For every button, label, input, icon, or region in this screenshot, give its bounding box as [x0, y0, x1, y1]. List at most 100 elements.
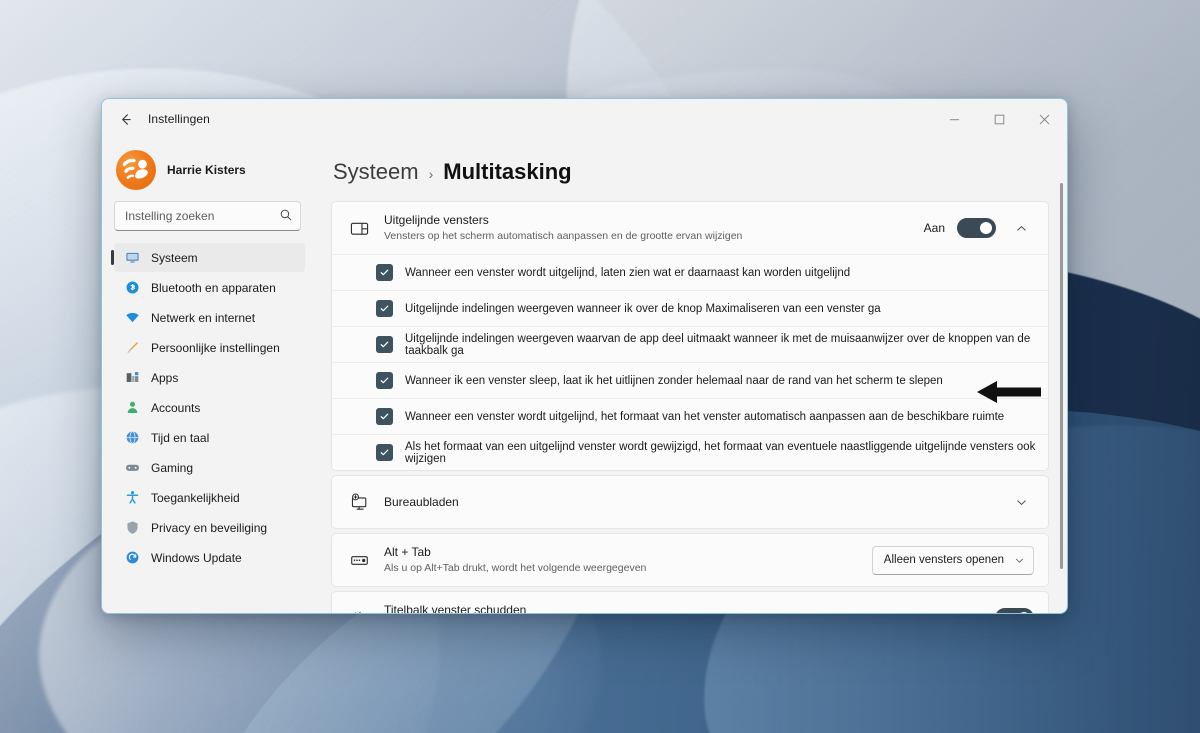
- person-icon: [124, 400, 140, 416]
- snap-option-checkbox[interactable]: [376, 372, 393, 389]
- minimize-button[interactable]: [932, 99, 977, 139]
- gamepad-icon: [124, 460, 140, 476]
- sidebar-item-label: Accounts: [151, 400, 201, 415]
- content-scrollbar[interactable]: [1060, 183, 1063, 569]
- snap-windows-toggle[interactable]: [957, 218, 996, 238]
- desktops-icon: [348, 493, 370, 512]
- accessibility-icon: [124, 490, 140, 506]
- sidebar-item-windows-update[interactable]: Windows Update: [114, 543, 305, 572]
- desktops-expand-button[interactable]: [1008, 489, 1034, 515]
- update-icon: [124, 550, 140, 566]
- alt-tab-dropdown-value: Alleen vensters openen: [883, 554, 1004, 566]
- sidebar-item-label: Bluetooth en apparaten: [151, 280, 276, 295]
- snap-option-row[interactable]: Uitgelijnde indelingen weergeven waarvan…: [332, 326, 1048, 362]
- sidebar-item-label: Tijd en taal: [151, 430, 210, 445]
- main-content: Systeem › Multitasking Uitgelijnde venst…: [313, 139, 1067, 613]
- profile-section[interactable]: Harrie Kisters: [110, 139, 305, 195]
- alt-tab-icon: [348, 551, 370, 570]
- sidebar-item-label: Apps: [151, 370, 179, 385]
- snap-option-label: Wanneer een venster wordt uitgelijnd, la…: [405, 266, 851, 279]
- snap-windows-subtitle: Vensters op het scherm automatisch aanpa…: [384, 230, 743, 242]
- settings-window: Instellingen Harrie Kisters Instelling z…: [101, 98, 1068, 614]
- window-shake-toggle[interactable]: [995, 608, 1034, 613]
- sidebar-item-label: Windows Update: [151, 550, 242, 565]
- sidebar-item-gaming[interactable]: Gaming: [114, 453, 305, 482]
- maximize-button[interactable]: [977, 99, 1022, 139]
- snap-option-row[interactable]: Wanneer ik een venster sleep, laat ik he…: [332, 362, 1048, 398]
- snap-windows-header-row[interactable]: Uitgelijnde vensters Vensters op het sch…: [332, 202, 1048, 254]
- alt-tab-title: Alt + Tab: [384, 545, 431, 559]
- sidebar-item-label: Gaming: [151, 460, 194, 475]
- desktop-wallpaper: Instellingen Harrie Kisters Instelling z…: [0, 0, 1200, 733]
- sidebar-item-accounts[interactable]: Accounts: [114, 393, 305, 422]
- snap-toggle-label: Aan: [923, 221, 945, 235]
- snap-option-checkbox[interactable]: [376, 444, 393, 461]
- alt-tab-controls: Alleen vensters openen: [871, 545, 1034, 575]
- sidebar-item-label: Toegankelijkheid: [151, 490, 240, 505]
- sidebar-item-apps[interactable]: Apps: [114, 363, 305, 392]
- window-shake-card: Titelbalk venster schudden Alle andere v…: [331, 591, 1049, 613]
- settings-cards: Uitgelijnde vensters Vensters op het sch…: [331, 201, 1049, 613]
- snap-option-label: Uitgelijnde indelingen weergeven waarvan…: [405, 332, 1031, 357]
- snap-option-row[interactable]: Als het formaat van een uitgelijnd venst…: [332, 434, 1048, 470]
- sidebar-item-label: Persoonlijke instellingen: [151, 340, 280, 355]
- snap-option-checkbox[interactable]: [376, 264, 393, 281]
- snap-option-label: Uitgelijnde indelingen weergeven wanneer…: [405, 302, 881, 315]
- snap-option-checkbox[interactable]: [376, 300, 393, 317]
- sidebar-item-netwerk-en-internet[interactable]: Netwerk en internet: [114, 303, 305, 332]
- sidebar-item-privacy-en-beveiliging[interactable]: Privacy en beveiliging: [114, 513, 305, 542]
- sidebar-item-systeem[interactable]: Systeem: [111, 243, 305, 272]
- alt-tab-subtitle: Als u op Alt+Tab drukt, wordt het volgen…: [384, 562, 647, 574]
- breadcrumb-separator: ›: [428, 166, 434, 182]
- alt-tab-text: Alt + Tab Als u op Alt+Tab drukt, wordt …: [384, 544, 858, 576]
- snap-option-checkbox[interactable]: [376, 408, 393, 425]
- sidebar-item-bluetooth-en-apparaten[interactable]: Bluetooth en apparaten: [114, 273, 305, 302]
- bluetooth-icon: [124, 280, 140, 296]
- snap-option-label: Wanneer een venster wordt uitgelijnd, he…: [405, 410, 1005, 423]
- snap-option-row[interactable]: Uitgelijnde indelingen weergeven wanneer…: [332, 290, 1048, 326]
- breadcrumb-parent[interactable]: Systeem: [333, 159, 419, 185]
- sidebar-item-label: Systeem: [151, 250, 198, 265]
- page-title: Multitasking: [443, 159, 572, 184]
- snap-windows-title: Uitgelijnde vensters: [384, 213, 489, 227]
- maximize-icon: [994, 114, 1005, 124]
- sidebar-item-toegankelijkheid[interactable]: Toegankelijkheid: [114, 483, 305, 512]
- snap-option-checkbox[interactable]: [376, 336, 393, 353]
- breadcrumb: Systeem › Multitasking: [331, 139, 1049, 201]
- search-container: [114, 201, 301, 231]
- app-title: Instellingen: [148, 112, 210, 126]
- sidebar-item-label: Privacy en beveiliging: [151, 520, 268, 535]
- title-bar: Instellingen: [102, 99, 1067, 139]
- window-shake-title: Titelbalk venster schudden: [384, 603, 527, 613]
- snap-option-row[interactable]: Wanneer een venster wordt uitgelijnd, he…: [332, 398, 1048, 434]
- window-shake-icon: [348, 609, 370, 613]
- back-button[interactable]: [108, 104, 142, 134]
- snap-windows-text: Uitgelijnde vensters Vensters op het sch…: [384, 212, 910, 244]
- desktops-text: Bureaubladen: [384, 494, 994, 510]
- desktops-card[interactable]: Bureaubladen: [331, 475, 1049, 529]
- back-arrow-icon: [121, 113, 131, 125]
- profile-name: Harrie Kisters: [167, 163, 246, 177]
- snap-windows-controls: Aan: [924, 215, 1034, 241]
- alt-tab-card: Alt + Tab Als u op Alt+Tab drukt, wordt …: [331, 533, 1049, 587]
- window-body: Harrie Kisters Instelling zoeken Systeem…: [102, 139, 1067, 613]
- sidebar-item-label: Netwerk en internet: [151, 310, 256, 325]
- window-shake-row: Titelbalk venster schudden Alle andere v…: [332, 592, 1048, 613]
- close-button[interactable]: [1022, 99, 1067, 139]
- sidebar-item-persoonlijke-instellingen[interactable]: Persoonlijke instellingen: [114, 333, 305, 362]
- snap-layout-icon: [348, 219, 370, 238]
- chevron-up-icon: [1016, 225, 1026, 231]
- snap-expand-button[interactable]: [1008, 215, 1034, 241]
- desktops-title: Bureaubladen: [384, 495, 459, 509]
- desktops-row[interactable]: Bureaubladen: [332, 476, 1048, 528]
- shield-icon: [124, 520, 140, 536]
- paintbrush-icon: [124, 340, 140, 356]
- snap-option-label: Als het formaat van een uitgelijnd venst…: [405, 440, 1036, 465]
- sidebar-item-tijd-en-taal[interactable]: Tijd en taal: [114, 423, 305, 452]
- window-shake-text: Titelbalk venster schudden Alle andere v…: [384, 602, 948, 613]
- chevron-down-icon: [1016, 499, 1026, 505]
- alt-tab-dropdown[interactable]: Alleen vensters openen: [871, 545, 1034, 575]
- search-input[interactable]: [114, 201, 301, 231]
- snap-option-row[interactable]: Wanneer een venster wordt uitgelijnd, la…: [332, 254, 1048, 290]
- window-shake-controls: Aan: [962, 608, 1034, 613]
